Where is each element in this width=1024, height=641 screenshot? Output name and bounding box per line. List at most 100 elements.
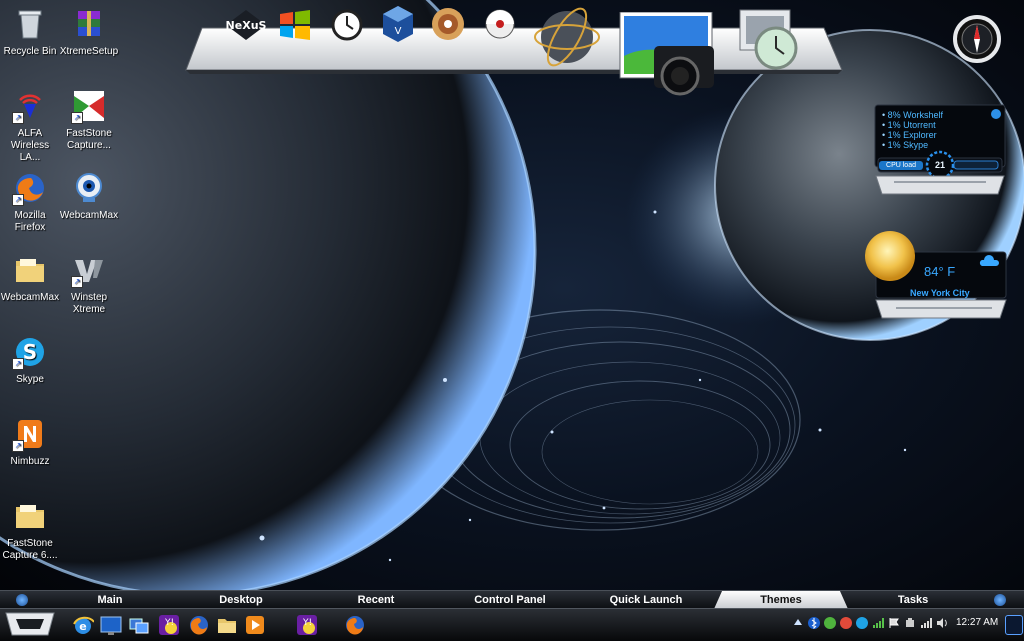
webcam-icon bbox=[71, 170, 107, 206]
window-switcher-icon[interactable] bbox=[128, 614, 150, 636]
shortcut-arrow-icon: ↗ bbox=[12, 194, 24, 206]
weather-city: New York City bbox=[910, 288, 970, 298]
winrar-archive-icon bbox=[71, 6, 107, 42]
desktop-icon-label: FastStone Capture... bbox=[66, 128, 112, 151]
desktop-icon-label: XtremeSetup bbox=[59, 46, 119, 57]
sunny-icon bbox=[865, 231, 915, 281]
desktop-icon-firefox[interactable]: ↗ Mozilla Firefox bbox=[0, 170, 60, 234]
skype-icon: S ↗ bbox=[12, 334, 48, 370]
tab-desktop[interactable]: Desktop bbox=[188, 591, 294, 609]
desktop-icon-label: Mozilla Firefox bbox=[14, 210, 46, 233]
cpu-load-value: 21 bbox=[934, 160, 945, 170]
shortcut-arrow-icon: ↗ bbox=[71, 276, 83, 288]
tab-quick-launch[interactable]: Quick Launch bbox=[590, 591, 702, 609]
tray-arrow-icon[interactable] bbox=[792, 617, 804, 629]
taskbar-clock[interactable]: 12:27 AM bbox=[956, 617, 998, 628]
weather-temperature: 84° F bbox=[924, 264, 956, 279]
desktop-icon-webcammax-folder[interactable]: WebcamMax bbox=[0, 252, 60, 304]
bluetooth-icon[interactable] bbox=[808, 617, 820, 629]
winstep-icon: ↗ bbox=[71, 252, 107, 288]
tab-control-panel[interactable]: Control Panel bbox=[456, 591, 564, 609]
shortcut-arrow-icon: ↗ bbox=[12, 440, 24, 452]
power-icon[interactable] bbox=[904, 617, 916, 629]
desktop-icon-webcammax[interactable]: WebcamMax bbox=[59, 170, 119, 222]
firefox-running-icon[interactable] bbox=[344, 614, 366, 636]
cpu-meter-widget[interactable]: 8% Workshelf 1% Utorrent 1% Explorer 1% … bbox=[874, 104, 1006, 196]
desktop-icon-winstep-xtreme[interactable]: ↗ Winstep Xtreme bbox=[59, 252, 119, 316]
desktop-icon-label: Skype bbox=[16, 374, 44, 385]
firefox-icon[interactable] bbox=[188, 614, 210, 636]
svg-text:V: V bbox=[395, 26, 402, 37]
windows-logo-icon[interactable] bbox=[276, 6, 314, 44]
folder-icon bbox=[12, 498, 48, 534]
utorrent-icon[interactable] bbox=[824, 617, 836, 629]
tab-tasks[interactable]: Tasks bbox=[860, 591, 966, 609]
explorer-folder-icon[interactable] bbox=[216, 614, 238, 636]
flag-icon[interactable] bbox=[888, 617, 900, 629]
desktop-icon-skype[interactable]: S ↗ Skype bbox=[0, 334, 60, 386]
nexus-logo-label: NeXuS bbox=[226, 19, 267, 32]
show-desktop-button[interactable] bbox=[1005, 615, 1023, 635]
pokeball-icon[interactable] bbox=[484, 8, 516, 40]
list-item: 1% Utorrent bbox=[882, 120, 943, 130]
launcher-right-button-icon[interactable] bbox=[994, 594, 1006, 606]
list-item: 1% Skype bbox=[882, 140, 943, 150]
cpu-load-label: CPU load bbox=[879, 161, 923, 170]
dock-item-nexus[interactable]: NeXuS bbox=[224, 8, 268, 42]
shortcut-arrow-icon: ↗ bbox=[12, 358, 24, 370]
desktop-icon[interactable] bbox=[100, 614, 122, 636]
tab-themes[interactable]: Themes bbox=[714, 591, 848, 609]
alfa-wireless-icon: ↗ bbox=[12, 88, 48, 124]
compass-icon[interactable] bbox=[953, 10, 1001, 68]
desktop-icon-faststone-capture[interactable]: ↗ FastStone Capture... bbox=[59, 88, 119, 152]
desktop-icon-recycle-bin[interactable]: Recycle Bin bbox=[0, 6, 60, 58]
desktop-icon-label: Winstep Xtreme bbox=[70, 292, 108, 315]
virtualbox-icon[interactable]: V bbox=[380, 4, 416, 44]
list-item: 1% Explorer bbox=[882, 130, 943, 140]
cpu-process-list: 8% Workshelf 1% Utorrent 1% Explorer 1% … bbox=[882, 110, 943, 150]
desktop-icon-nimbuzz[interactable]: ↗ Nimbuzz bbox=[0, 416, 60, 468]
desktop-icon-faststone-folder[interactable]: FastStone Capture 6.... bbox=[0, 498, 60, 562]
desktop-icon-xtremesetup[interactable]: XtremeSetup bbox=[59, 6, 119, 58]
svg-text:S: S bbox=[23, 340, 37, 364]
folder-icon bbox=[12, 252, 48, 288]
svg-text:Y!: Y! bbox=[164, 618, 174, 628]
svg-text:Y!: Y! bbox=[302, 618, 312, 628]
wifi-signal-icon[interactable] bbox=[920, 617, 932, 629]
yahoo-messenger-icon[interactable]: Y! bbox=[158, 614, 180, 636]
tab-main[interactable]: Main bbox=[60, 591, 160, 609]
faststone-capture-icon: ↗ bbox=[71, 88, 107, 124]
list-item: 8% Workshelf bbox=[882, 110, 943, 120]
launcher-left-button-icon[interactable] bbox=[16, 594, 28, 606]
network-icon[interactable] bbox=[872, 617, 884, 629]
weather-widget[interactable]: 84° F New York City bbox=[856, 226, 1008, 324]
shortcut-arrow-icon: ↗ bbox=[12, 112, 24, 124]
firefox-icon: ↗ bbox=[12, 170, 48, 206]
taskbar: e Y! Y! 12:27 AM bbox=[0, 608, 1024, 641]
dock: NeXuS V bbox=[184, 0, 844, 96]
desktop-icon-label: ALFA Wireless LA... bbox=[10, 128, 50, 163]
desktop-icon-label: Nimbuzz bbox=[10, 456, 50, 467]
clock-app-icon[interactable] bbox=[330, 8, 364, 42]
nimbuzz-icon: ↗ bbox=[12, 416, 48, 452]
desktop-icon-label: WebcamMax bbox=[59, 210, 119, 221]
webcam-tray-icon[interactable] bbox=[840, 617, 852, 629]
monitor-clock-icon[interactable] bbox=[736, 6, 802, 76]
tab-recent[interactable]: Recent bbox=[322, 591, 430, 609]
launcher-tab-bar: Main Desktop Recent Control Panel Quick … bbox=[0, 590, 1024, 609]
dvd-disc-icon[interactable] bbox=[430, 6, 466, 42]
yahoo-messenger-running-icon[interactable]: Y! bbox=[296, 614, 318, 636]
shortcut-arrow-icon: ↗ bbox=[71, 112, 83, 124]
internet-explorer-icon[interactable]: e bbox=[72, 614, 94, 636]
photo-camera-icon[interactable] bbox=[618, 12, 718, 108]
svg-text:e: e bbox=[79, 620, 86, 633]
start-button[interactable] bbox=[2, 607, 58, 641]
media-player-icon[interactable] bbox=[244, 614, 266, 636]
desktop-icon-label: WebcamMax bbox=[0, 292, 60, 303]
desktop-icon-label: Recycle Bin bbox=[3, 46, 57, 57]
desktop-icon-label: FastStone Capture 6.... bbox=[2, 538, 58, 561]
volume-icon[interactable] bbox=[936, 617, 948, 629]
skype-tray-icon[interactable] bbox=[856, 617, 868, 629]
desktop-icon-alfa-wireless[interactable]: ↗ ALFA Wireless LA... bbox=[0, 88, 60, 164]
globe-network-icon[interactable] bbox=[534, 2, 600, 72]
